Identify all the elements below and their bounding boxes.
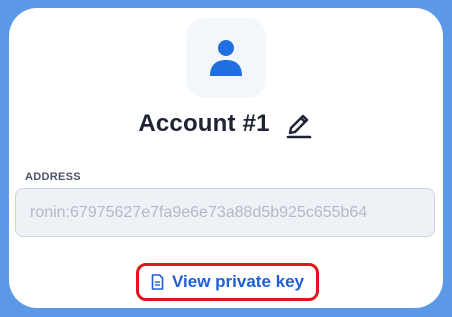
view-private-key-link[interactable]: View private key xyxy=(136,263,319,301)
account-title-row: Account #1 xyxy=(9,106,443,142)
address-input[interactable] xyxy=(30,203,420,222)
user-icon xyxy=(210,40,242,76)
avatar xyxy=(186,18,266,98)
document-icon xyxy=(151,274,164,290)
account-card: Account #1 ADDRESS View private key xyxy=(9,8,443,308)
pencil-edit-icon xyxy=(286,114,311,139)
address-label: ADDRESS xyxy=(25,171,81,183)
account-name: Account #1 xyxy=(138,110,270,137)
edit-account-name-button[interactable] xyxy=(284,109,314,139)
view-private-key-label: View private key xyxy=(172,272,304,291)
address-field[interactable] xyxy=(15,188,435,237)
